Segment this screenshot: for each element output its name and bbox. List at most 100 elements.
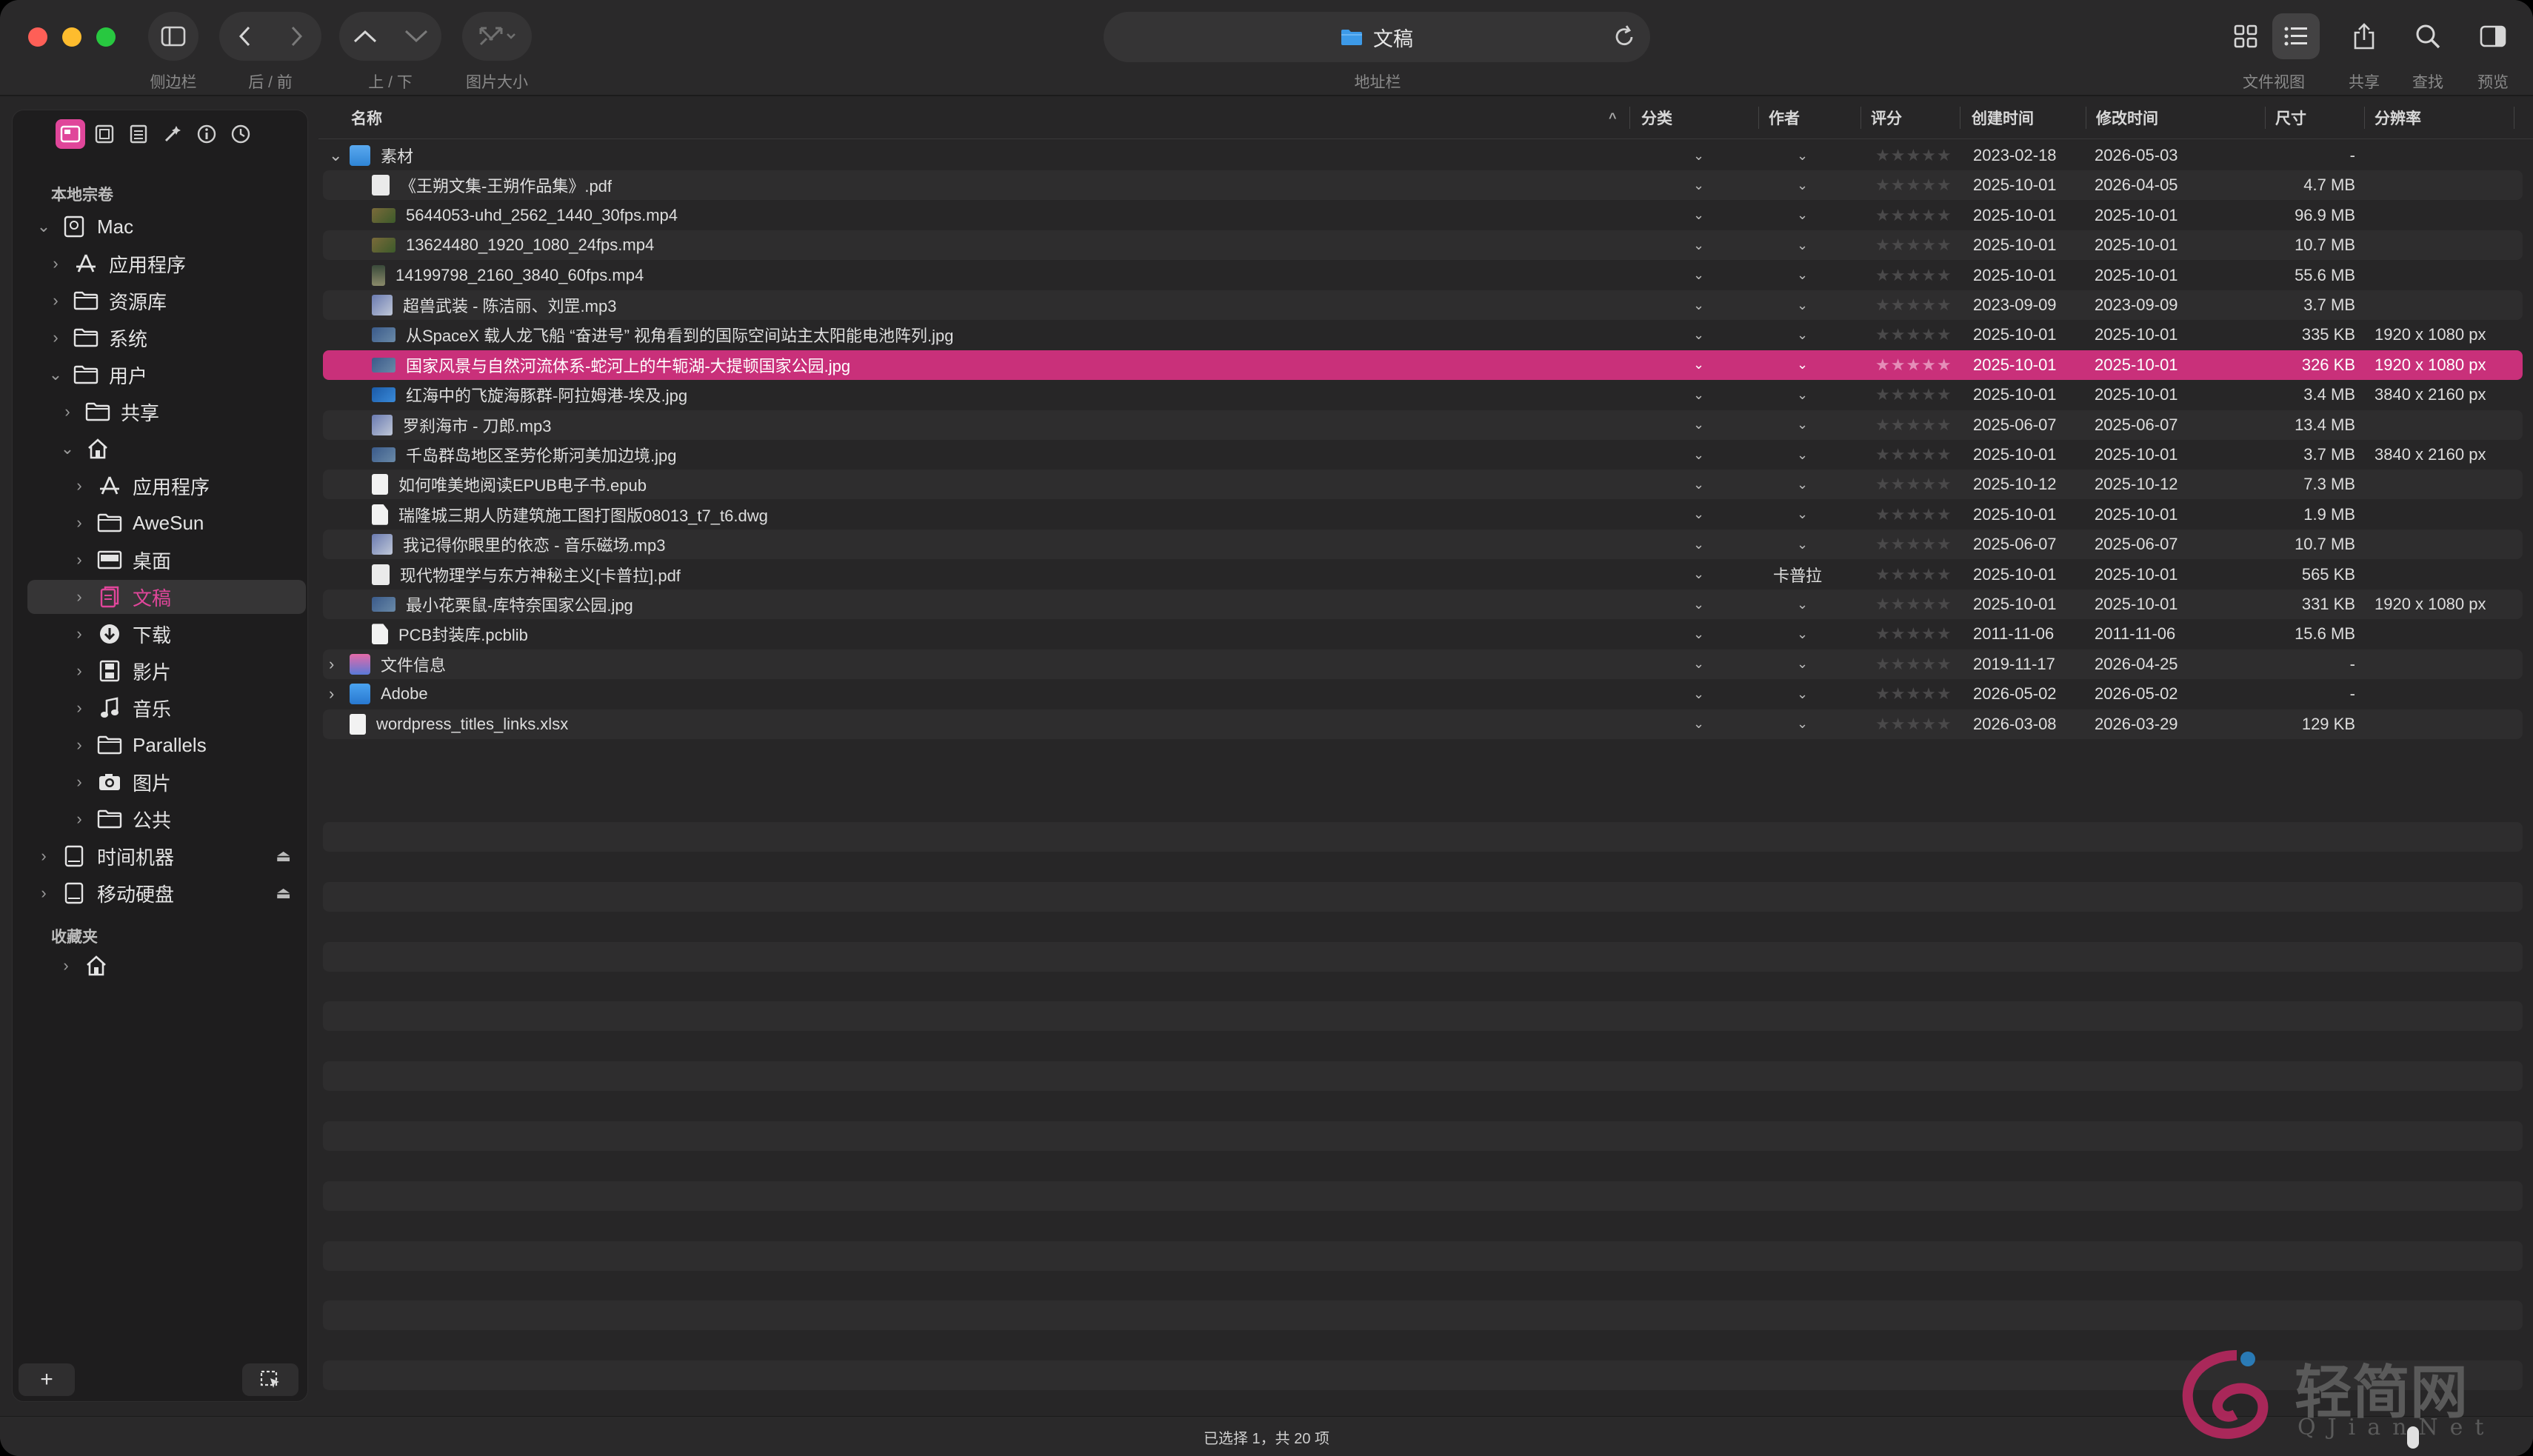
sidebar-item-用户[interactable]: ⌄ 用户: [27, 358, 306, 392]
sidebar-item-home[interactable]: ⌄: [27, 432, 306, 466]
eject-icon[interactable]: ⏏: [276, 846, 291, 866]
preview-button[interactable]: [2469, 13, 2517, 59]
chevron-right-icon[interactable]: ›: [72, 809, 87, 829]
rating-stars[interactable]: ★★★★★: [1875, 649, 1952, 679]
sidebar-item-公共[interactable]: › 公共: [27, 802, 306, 836]
column-rating[interactable]: 评分: [1871, 96, 1902, 139]
table-row[interactable]: PCB封装库.pcblib ⌄ ⌄ ★★★★★ 2011-11-06 2011-11-06…: [323, 619, 2523, 649]
table-row[interactable]: 《王朔文集-王朔作品集》.pdf ⌄ ⌄ ★★★★★ 2025-10-01 2026-04…: [323, 170, 2523, 201]
chevron-right-icon[interactable]: ›: [72, 550, 87, 570]
chevron-right-icon[interactable]: ›: [36, 846, 51, 866]
category-dropdown-icon[interactable]: ⌄: [1693, 530, 1704, 559]
category-dropdown-icon[interactable]: ⌄: [1693, 619, 1704, 649]
author-dropdown-icon[interactable]: ⌄: [1797, 141, 1808, 170]
chevron-down-icon[interactable]: ⌄: [329, 141, 342, 170]
chevron-right-icon[interactable]: ›: [72, 661, 87, 681]
column-created[interactable]: 创建时间: [1972, 96, 2034, 139]
table-row[interactable]: 国家风景与自然河流体系-蛇河上的牛轭湖-大提顿国家公园.jpg ⌄ ⌄ ★★★★★ 20…: [323, 350, 2523, 380]
category-dropdown-icon[interactable]: ⌄: [1693, 440, 1704, 470]
category-dropdown-icon[interactable]: ⌄: [1693, 170, 1704, 200]
rating-stars[interactable]: ★★★★★: [1875, 619, 1952, 649]
category-dropdown-icon[interactable]: ⌄: [1693, 350, 1704, 380]
address-bar[interactable]: 文稿: [1104, 12, 1650, 62]
author-dropdown-icon[interactable]: ⌄: [1797, 350, 1808, 380]
author-dropdown-icon[interactable]: ⌄: [1797, 619, 1808, 649]
author-dropdown-icon[interactable]: ⌄: [1797, 649, 1808, 679]
author-dropdown-icon[interactable]: ⌄: [1797, 261, 1808, 290]
column-resolution[interactable]: 分辨率: [2375, 96, 2421, 139]
column-modified[interactable]: 修改时间: [2096, 96, 2158, 139]
table-row[interactable]: › Adobe ⌄ ⌄ ★★★★★ 2026-05-02 2026-05-02 -: [323, 679, 2523, 709]
author-dropdown-icon[interactable]: ⌄: [1797, 679, 1808, 709]
tab-notes-icon[interactable]: [124, 119, 153, 149]
author-dropdown-icon[interactable]: ⌄: [1797, 201, 1808, 230]
chevron-right-icon[interactable]: ›: [48, 328, 63, 347]
add-button[interactable]: +: [19, 1363, 75, 1396]
share-button[interactable]: [2340, 13, 2388, 59]
rating-stars[interactable]: ★★★★★: [1875, 709, 1952, 739]
rating-stars[interactable]: ★★★★★: [1875, 230, 1952, 260]
author-dropdown-icon[interactable]: ⌄: [1797, 590, 1808, 619]
zoom-window-button[interactable]: [96, 27, 116, 47]
category-dropdown-icon[interactable]: ⌄: [1693, 709, 1704, 739]
sidebar-item-文稿[interactable]: › 文稿: [27, 580, 306, 614]
category-dropdown-icon[interactable]: ⌄: [1693, 320, 1704, 350]
category-dropdown-icon[interactable]: ⌄: [1693, 230, 1704, 260]
rating-stars[interactable]: ★★★★★: [1875, 201, 1952, 230]
table-row[interactable]: 我记得你眼里的依恋 - 音乐磁场.mp3 ⌄ ⌄ ★★★★★ 2025-06-07 202…: [323, 530, 2523, 560]
sidebar-item-音乐[interactable]: › 音乐: [27, 691, 306, 725]
rating-stars[interactable]: ★★★★★: [1875, 141, 1952, 170]
sidebar-action-button[interactable]: [242, 1363, 298, 1396]
chevron-right-icon[interactable]: ›: [72, 587, 87, 607]
chevron-right-icon[interactable]: ›: [36, 884, 51, 903]
chevron-right-icon[interactable]: ›: [59, 956, 73, 975]
category-dropdown-icon[interactable]: ⌄: [1693, 649, 1704, 679]
rating-stars[interactable]: ★★★★★: [1875, 440, 1952, 470]
author-dropdown-icon[interactable]: ⌄: [1797, 320, 1808, 350]
table-row[interactable]: 千岛群岛地区圣劳伦斯河美加边境.jpg ⌄ ⌄ ★★★★★ 2025-10-01 2025…: [323, 440, 2523, 470]
category-dropdown-icon[interactable]: ⌄: [1693, 410, 1704, 440]
author-dropdown-icon[interactable]: ⌄: [1797, 500, 1808, 530]
rating-stars[interactable]: ★★★★★: [1875, 530, 1952, 559]
sidebar-item-AweSun[interactable]: › AweSun: [27, 506, 306, 540]
chevron-right-icon[interactable]: ›: [72, 698, 87, 718]
chevron-right-icon[interactable]: ›: [48, 291, 63, 310]
category-dropdown-icon[interactable]: ⌄: [1693, 679, 1704, 709]
category-dropdown-icon[interactable]: ⌄: [1693, 560, 1704, 590]
sidebar-item-桌面[interactable]: › 桌面: [27, 543, 306, 577]
sidebar-item-系统[interactable]: › 系统: [27, 321, 306, 355]
sidebar-item-影片[interactable]: › 影片: [27, 654, 306, 688]
chevron-right-icon[interactable]: ›: [72, 476, 87, 495]
chevron-right-icon[interactable]: ›: [60, 402, 75, 421]
back-button[interactable]: [219, 12, 270, 61]
down-button[interactable]: [390, 12, 441, 61]
table-row[interactable]: 从SpaceX 载人龙飞船 “奋进号” 视角看到的国际空间站主太阳能电池阵列.j…: [323, 320, 2523, 350]
category-dropdown-icon[interactable]: ⌄: [1693, 590, 1704, 619]
table-row[interactable]: 最小花栗鼠-库特奈国家公园.jpg ⌄ ⌄ ★★★★★ 2025-10-01 2025-1…: [323, 590, 2523, 619]
table-row[interactable]: wordpress_titles_links.xlsx ⌄ ⌄ ★★★★★ 2026-0…: [323, 709, 2523, 739]
rating-stars[interactable]: ★★★★★: [1875, 470, 1952, 499]
chevron-down-icon[interactable]: ⌄: [48, 365, 63, 384]
author-dropdown-icon[interactable]: ⌄: [1797, 170, 1808, 200]
rating-stars[interactable]: ★★★★★: [1875, 320, 1952, 350]
author-dropdown-icon[interactable]: ⌄: [1797, 410, 1808, 440]
author-dropdown-icon[interactable]: ⌄: [1797, 560, 1808, 590]
author-dropdown-icon[interactable]: ⌄: [1797, 230, 1808, 260]
image-size-button[interactable]: [462, 12, 532, 61]
sidebar-item-时间机器[interactable]: › 时间机器 ⏏: [27, 839, 306, 873]
tab-gallery-icon[interactable]: [90, 119, 119, 149]
column-size[interactable]: 尺寸: [2275, 96, 2306, 139]
list-view-button[interactable]: [2272, 13, 2320, 59]
table-row[interactable]: ⌄ 素材 ⌄ ⌄ ★★★★★ 2023-02-18 2026-05-03 -: [323, 141, 2523, 170]
tab-documents-icon[interactable]: [56, 119, 85, 149]
grid-view-button[interactable]: [2222, 13, 2269, 59]
category-dropdown-icon[interactable]: ⌄: [1693, 261, 1704, 290]
sidebar-item-Mac[interactable]: ⌄ Mac: [27, 210, 306, 244]
rating-stars[interactable]: ★★★★★: [1875, 170, 1952, 200]
sidebar-item-图片[interactable]: › 图片: [27, 765, 306, 799]
author-dropdown-icon[interactable]: ⌄: [1797, 440, 1808, 470]
sidebar-item-应用程序[interactable]: › 应用程序: [27, 469, 306, 503]
chevron-down-icon[interactable]: ⌄: [60, 439, 75, 458]
column-name[interactable]: 名称: [351, 96, 382, 139]
sidebar-item-移动硬盘[interactable]: › 移动硬盘 ⏏: [27, 876, 306, 910]
